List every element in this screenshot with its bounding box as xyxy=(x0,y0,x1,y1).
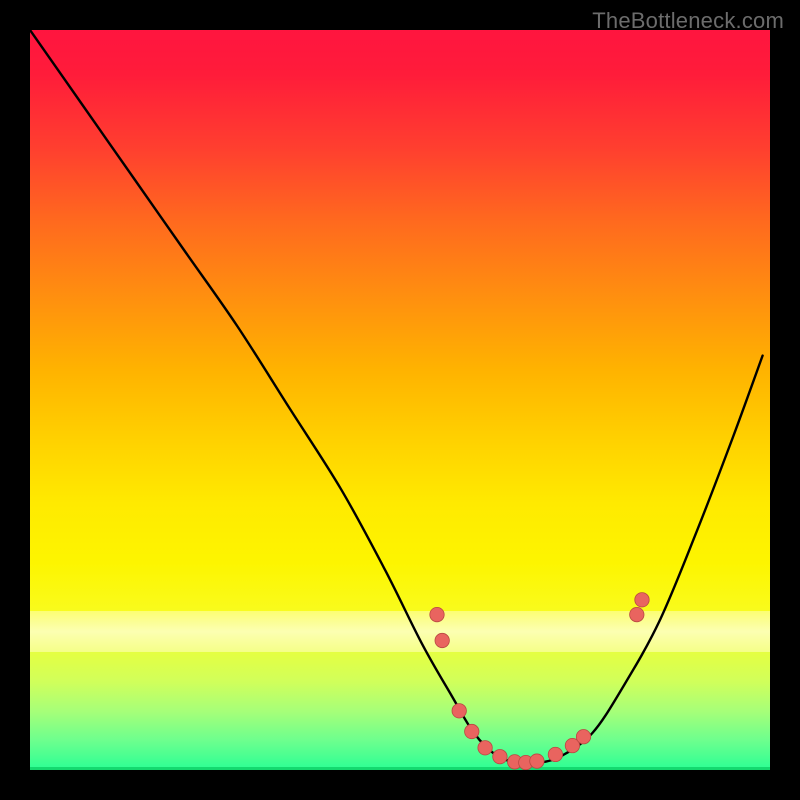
chart-stage: TheBottleneck.com xyxy=(0,0,800,800)
chart-svg xyxy=(30,30,770,770)
data-marker xyxy=(430,607,444,621)
bottleneck-curve xyxy=(30,30,763,764)
data-marker xyxy=(635,593,649,607)
data-markers xyxy=(430,593,649,770)
data-marker xyxy=(452,704,466,718)
data-marker xyxy=(576,730,590,744)
data-marker xyxy=(435,633,449,647)
data-marker xyxy=(478,741,492,755)
data-marker xyxy=(548,747,562,761)
data-marker xyxy=(493,749,507,763)
plot-area xyxy=(30,30,770,770)
data-marker xyxy=(630,607,644,621)
data-marker xyxy=(530,754,544,768)
data-marker xyxy=(465,724,479,738)
watermark-text: TheBottleneck.com xyxy=(592,8,784,34)
